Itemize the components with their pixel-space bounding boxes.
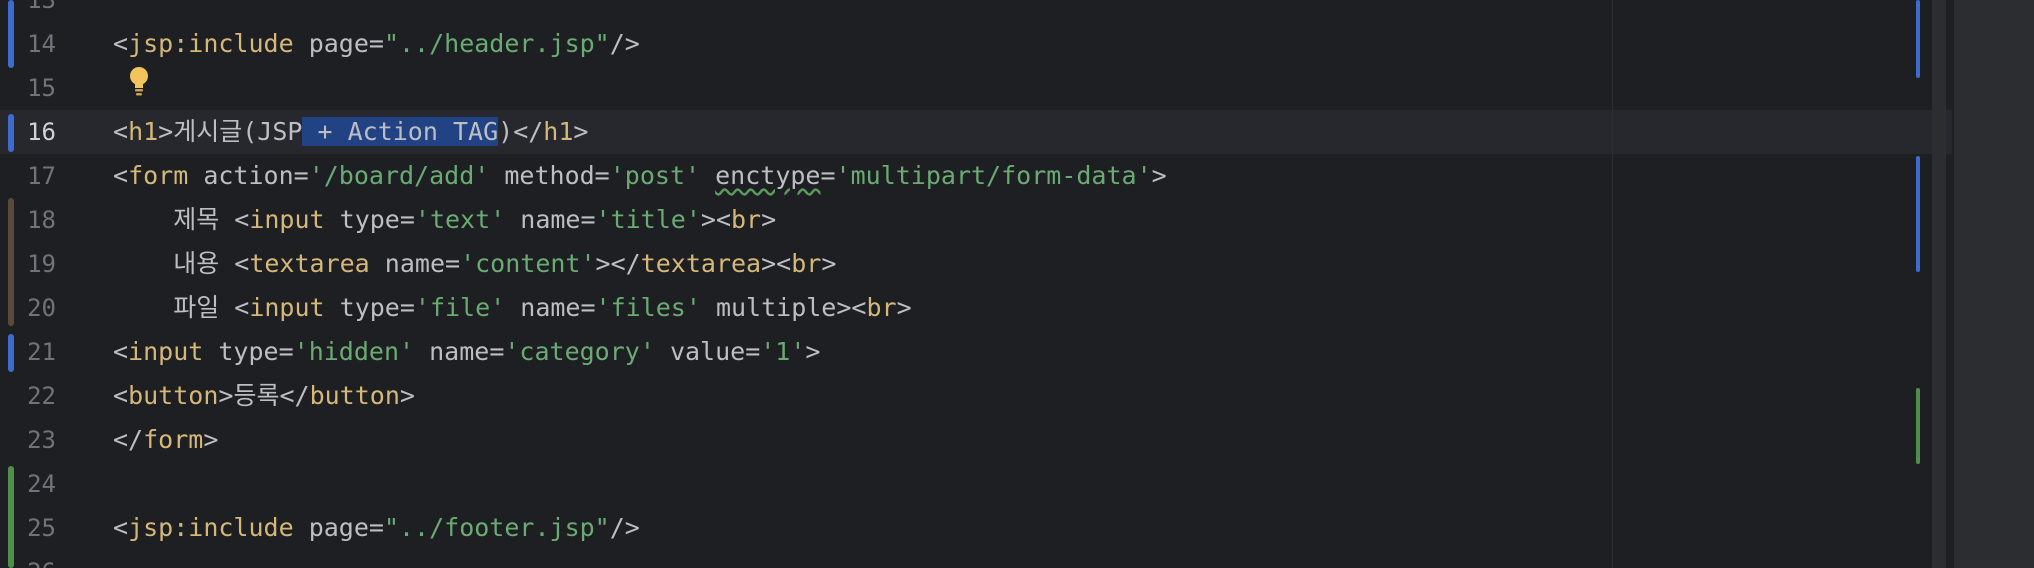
code-line-16[interactable]: 16 <h1>게시글(JSP + Action TAG)</h1> — [0, 110, 1952, 154]
code-line-21[interactable]: 21 <input type='hidden' name='category' … — [0, 330, 1952, 374]
line-number: 15 — [27, 74, 56, 102]
side-panel — [1952, 0, 2034, 568]
vertical-scrollbar[interactable] — [1932, 0, 1946, 568]
line-number: 16 — [27, 118, 56, 146]
error-stripe-marker[interactable] — [1916, 156, 1920, 272]
line-number: 13 — [27, 0, 56, 14]
lightbulb-icon[interactable] — [128, 66, 150, 98]
line-number: 24 — [27, 470, 56, 498]
error-stripe-marker[interactable] — [1916, 0, 1920, 78]
line-number: 14 — [27, 30, 56, 58]
code-text: <button>등록</button> — [113, 381, 415, 410]
code-text: 내용 <textarea name='content'></textarea><… — [113, 249, 837, 278]
code-line-17[interactable]: 17 <form action='/board/add' method='pos… — [0, 154, 1952, 198]
code-line-20[interactable]: 20 파일 <input type='file' name='files' mu… — [0, 286, 1952, 330]
code-text: <input type='hidden' name='category' val… — [113, 337, 821, 366]
error-stripe-marker[interactable] — [1916, 388, 1920, 464]
line-number: 23 — [27, 426, 56, 454]
code-line-24[interactable]: 24 — [0, 462, 1952, 506]
vcs-changed-marker[interactable] — [8, 198, 14, 326]
code-line-14[interactable]: 14 <jsp:include page="../header.jsp"/> — [0, 22, 1952, 66]
code-line-13[interactable]: 13 — [0, 0, 1952, 22]
code-text: <jsp:include page="../footer.jsp"/> — [113, 513, 640, 542]
code-text: 제목 <input type='text' name='title'><br> — [113, 205, 777, 234]
code-line-25[interactable]: 25 <jsp:include page="../footer.jsp"/> — [0, 506, 1952, 550]
code-text: <h1>게시글(JSP + Action TAG)</h1> — [113, 117, 589, 146]
code-editor[interactable]: 13 14 <jsp:include page="../header.jsp"/… — [0, 0, 2034, 568]
line-number: 26 — [22, 550, 56, 568]
right-margin-guide — [1612, 0, 1613, 568]
text-selection: + Action TAG — [302, 117, 499, 146]
code-text: 파일 <input type='file' name='files' multi… — [113, 293, 912, 322]
line-number: 20 — [27, 294, 56, 322]
code-line-15[interactable]: 15 — [0, 66, 1952, 110]
vcs-modified-marker[interactable] — [8, 114, 14, 152]
line-number: 21 — [27, 338, 56, 366]
code-text: <jsp:include page="../header.jsp"/> — [113, 29, 640, 58]
code-line-23[interactable]: 23 </form> — [0, 418, 1952, 462]
code-line-18[interactable]: 18 제목 <input type='text' name='title'><b… — [0, 198, 1952, 242]
line-number: 19 — [27, 250, 56, 278]
vcs-added-marker[interactable] — [8, 466, 14, 568]
line-number: 25 — [27, 514, 56, 542]
line-number: 22 — [27, 382, 56, 410]
vcs-modified-marker[interactable] — [8, 0, 14, 68]
vcs-modified-marker[interactable] — [8, 334, 14, 372]
code-line-22[interactable]: 22 <button>등록</button> — [0, 374, 1952, 418]
line-number: 17 — [27, 162, 56, 190]
code-line-19[interactable]: 19 내용 <textarea name='content'></textare… — [0, 242, 1952, 286]
code-line-26[interactable]: 26 — [0, 550, 1952, 568]
code-text: </form> — [113, 425, 219, 454]
line-number: 18 — [27, 206, 56, 234]
code-text: <form action='/board/add' method='post' … — [113, 161, 1167, 190]
spellcheck-warning: enctype — [715, 161, 821, 190]
